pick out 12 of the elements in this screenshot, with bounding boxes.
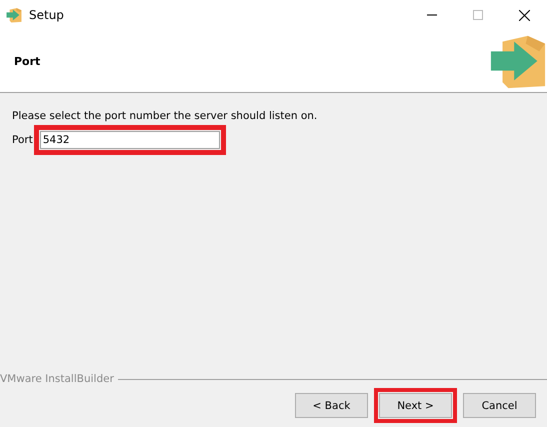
port-field[interactable]: 5432 xyxy=(40,131,220,149)
page-title: Port xyxy=(14,54,40,68)
brand-text: VMware InstallBuilder xyxy=(0,373,115,385)
app-icon xyxy=(6,7,22,23)
maximize-icon xyxy=(473,10,483,20)
close-icon xyxy=(518,10,530,20)
window-title: Setup xyxy=(29,8,65,22)
instruction-text: Please select the port number the server should listen on. xyxy=(12,110,318,122)
port-label: Port xyxy=(12,134,33,146)
wizard-button[interactable]: Cancel xyxy=(463,393,536,418)
wizard-button[interactable]: Next > xyxy=(379,393,452,418)
wizard-button[interactable]: < Back xyxy=(295,393,368,418)
